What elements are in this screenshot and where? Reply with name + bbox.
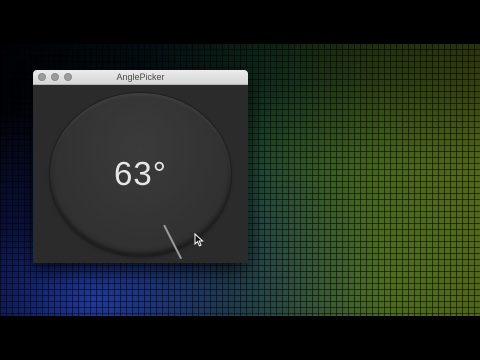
letterbox bbox=[0, 316, 480, 360]
window-title: AnglePicker bbox=[116, 72, 165, 82]
window-titlebar[interactable]: AnglePicker bbox=[33, 70, 248, 85]
angle-dial[interactable]: 63° bbox=[50, 93, 231, 255]
window-content: 63° bbox=[33, 85, 248, 263]
angle-readout: 63° bbox=[114, 155, 167, 192]
angle-picker-window: AnglePicker 63° bbox=[33, 70, 248, 263]
mouse-pointer-icon bbox=[194, 233, 204, 247]
